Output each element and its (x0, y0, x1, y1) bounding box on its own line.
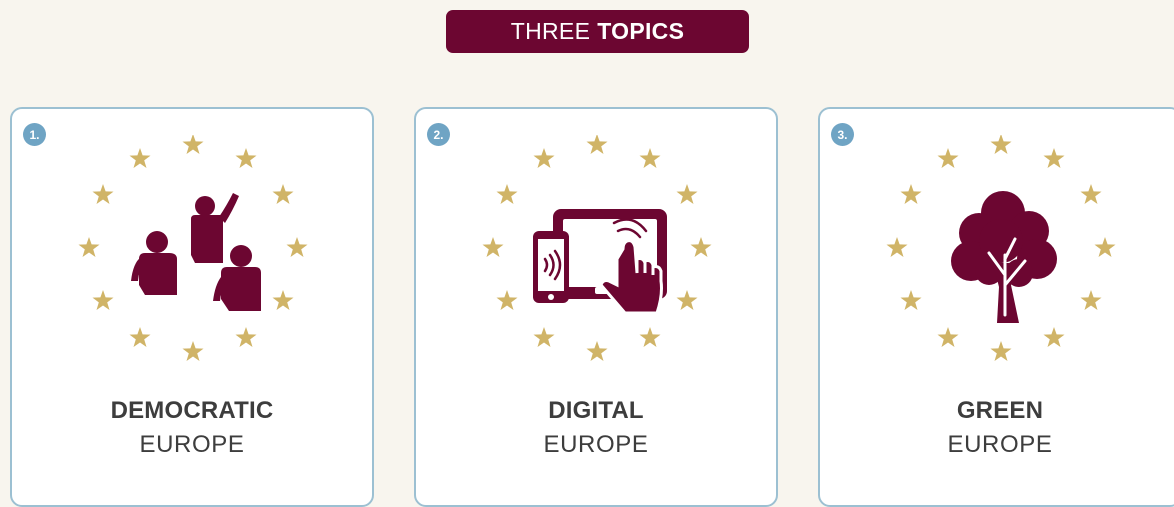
topic-subtitle: EUROPE (947, 431, 1053, 458)
topic-title: GREEN (956, 397, 1044, 424)
topic-card-green[interactable]: 3. GREEN EUROPE (818, 107, 1174, 507)
eu-stars-emblem (73, 135, 313, 375)
topic-card-digital[interactable]: 2. DIGITAL EUROPE (414, 107, 778, 507)
people-icon (131, 193, 261, 311)
topic-subtitle: EUROPE (139, 431, 245, 458)
topic-number-badge: 1. (23, 123, 46, 146)
topic-number-badge: 2. (427, 123, 450, 146)
topic-number-badge: 3. (831, 123, 854, 146)
topic-title: DIGITAL (548, 397, 644, 424)
eu-stars-emblem (881, 135, 1121, 375)
eu-stars-emblem (477, 135, 717, 375)
section-title-bold: TOPICS (597, 18, 685, 44)
tree-icon (951, 191, 1057, 323)
section-title: THREE TOPICS (446, 10, 749, 53)
topic-card-democratic[interactable]: 1. DEMOCRATIC EUROPE (10, 107, 374, 507)
devices-icon (533, 209, 667, 315)
topic-subtitle: EUROPE (543, 431, 649, 458)
section-title-light: THREE (510, 18, 591, 44)
topic-title: DEMOCRATIC (110, 397, 274, 424)
